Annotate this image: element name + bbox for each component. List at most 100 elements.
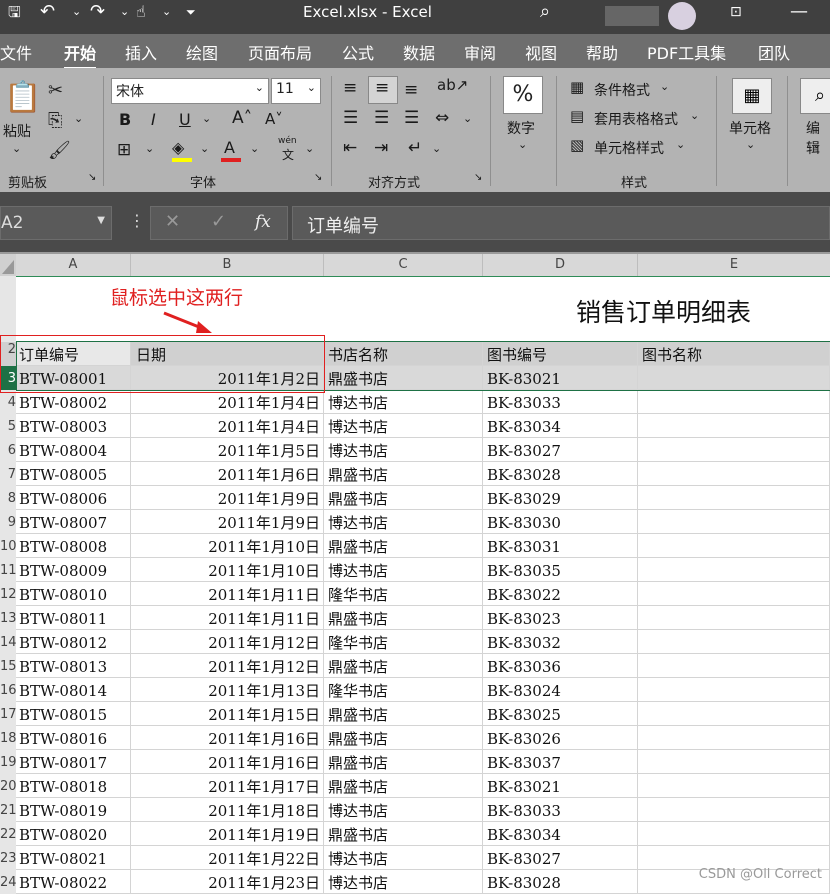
tab-formulas[interactable]: 公式 (342, 40, 374, 64)
tab-page-layout[interactable]: 页面布局 (248, 40, 312, 64)
cell-date[interactable]: 2011年1月15日 (131, 702, 324, 726)
merge-center-icon[interactable]: ⇔ (435, 108, 449, 128)
row-header[interactable]: 18 (0, 726, 16, 750)
row-header[interactable]: 21 (0, 798, 16, 822)
cell-book-name[interactable] (638, 390, 830, 414)
cell-store[interactable]: 博达书店 (324, 846, 483, 870)
cell-store[interactable]: 鼎盛书店 (324, 774, 483, 798)
cell-date[interactable]: 2011年1月22日 (131, 846, 324, 870)
increase-indent-icon[interactable]: ⇥ (374, 138, 388, 158)
paste-label[interactable]: 粘贴 (3, 121, 31, 141)
cell-date[interactable]: 2011年1月18日 (131, 798, 324, 822)
cell-book-name[interactable] (638, 582, 830, 606)
orientation-icon[interactable]: ab↗ (437, 76, 468, 94)
cell-order-id[interactable]: BTW-08006 (16, 486, 131, 510)
tab-help[interactable]: 帮助 (586, 40, 618, 64)
edit-search-icon[interactable]: ⌕ (800, 78, 830, 114)
tab-view[interactable]: 视图 (525, 40, 557, 64)
cell-store[interactable]: 鼎盛书店 (324, 750, 483, 774)
cell-book-id[interactable]: BK-83023 (483, 606, 638, 630)
chevron-down-icon[interactable]: ⌄ (432, 142, 441, 155)
cell-book-name[interactable] (638, 798, 830, 822)
conditional-format-label[interactable]: 条件格式 (594, 80, 650, 100)
tab-pdf-tools[interactable]: PDF工具集 (647, 40, 726, 64)
cell-book-id[interactable]: BK-83034 (483, 822, 638, 846)
row-header[interactable]: 6 (0, 438, 16, 462)
align-right-icon[interactable]: ☰ (404, 108, 419, 128)
cell-date[interactable]: 2011年1月10日 (131, 534, 324, 558)
chevron-down-icon[interactable]: ⌄ (746, 138, 755, 151)
cell-order-id[interactable]: BTW-08014 (16, 678, 131, 702)
font-name-select[interactable]: 宋体 ⌄ (111, 78, 269, 104)
decrease-font-icon[interactable]: A˅ (265, 110, 283, 128)
row-header[interactable]: 9 (0, 510, 16, 534)
dialog-launcher-icon[interactable]: ↘ (314, 172, 322, 183)
chevron-down-icon[interactable]: ⌄ (660, 80, 669, 93)
cell-book-id[interactable]: BK-83025 (483, 702, 638, 726)
redo-icon[interactable]: ↷ (90, 0, 105, 34)
row-header[interactable]: 14 (0, 630, 16, 654)
align-top-icon[interactable]: ≡ (343, 78, 357, 98)
cell-order-id[interactable]: BTW-08007 (16, 510, 131, 534)
formula-input[interactable]: 订单编号 (292, 206, 830, 240)
row-header[interactable]: 12 (0, 582, 16, 606)
customize-toolbar-icon[interactable]: ⏷ (186, 0, 196, 34)
cell-store[interactable]: 鼎盛书店 (324, 462, 483, 486)
cells-icon[interactable]: ▦ (732, 78, 772, 114)
cell-order-id[interactable]: BTW-08021 (16, 846, 131, 870)
align-left-icon[interactable]: ☰ (343, 108, 358, 128)
cell-book-id[interactable]: BK-83027 (483, 846, 638, 870)
cell-book-id[interactable]: BK-83033 (483, 798, 638, 822)
cell-book-id[interactable]: BK-83027 (483, 438, 638, 462)
cell-date[interactable]: 2011年1月13日 (131, 678, 324, 702)
cell-book-id[interactable]: BK-83029 (483, 486, 638, 510)
row-header[interactable]: 7 (0, 462, 16, 486)
row-header[interactable]: 22 (0, 822, 16, 846)
bold-icon[interactable]: B (119, 110, 131, 129)
minimize-icon[interactable]: — (790, 0, 808, 34)
cell-date[interactable]: 2011年1月16日 (131, 726, 324, 750)
increase-font-icon[interactable]: A˄ (232, 108, 252, 128)
percent-icon[interactable]: % (503, 76, 543, 114)
column-header-c[interactable]: C (324, 254, 483, 276)
cell-store[interactable]: 博达书店 (324, 798, 483, 822)
tab-draw[interactable]: 绘图 (186, 40, 218, 64)
cell-store[interactable]: 鼎盛书店 (324, 726, 483, 750)
dialog-launcher-icon[interactable]: ↘ (474, 172, 482, 183)
cell-store[interactable]: 鼎盛书店 (324, 822, 483, 846)
cell-book-name[interactable] (638, 462, 830, 486)
chevron-down-icon[interactable]: ⌄ (305, 142, 314, 155)
row-header[interactable]: 8 (0, 486, 16, 510)
cell-book-name[interactable] (638, 774, 830, 798)
cell-store[interactable]: 隆华书店 (324, 630, 483, 654)
align-bottom-icon[interactable]: ≡ (404, 80, 418, 100)
cell-date[interactable]: 2011年1月9日 (131, 486, 324, 510)
chevron-down-icon[interactable]: ⌄ (463, 112, 472, 125)
cell-order-id[interactable]: BTW-08012 (16, 630, 131, 654)
name-box[interactable]: A2 ▼ (0, 206, 112, 240)
format-painter-icon[interactable]: 🖌 (48, 140, 71, 161)
cell-date[interactable]: 2011年1月4日 (131, 414, 324, 438)
chevron-down-icon[interactable]: ⌄ (518, 138, 527, 151)
row-header-1[interactable] (0, 276, 16, 342)
confirm-icon[interactable]: ✓ (211, 211, 226, 232)
chevron-down-icon[interactable]: ⌄ (12, 142, 21, 155)
chevron-down-icon[interactable]: ⌄ (250, 142, 259, 155)
search-icon[interactable]: ⌕ (540, 0, 550, 34)
cell-book-name[interactable] (638, 702, 830, 726)
cell-book-id[interactable]: BK-83035 (483, 558, 638, 582)
cell-store[interactable]: 鼎盛书店 (324, 606, 483, 630)
cell-book-id[interactable]: BK-83037 (483, 750, 638, 774)
cell-book-id[interactable]: BK-83034 (483, 414, 638, 438)
chevron-down-icon[interactable]: ⌄ (162, 0, 171, 34)
row-header[interactable]: 23 (0, 846, 16, 870)
wrap-text-icon[interactable]: ↵ (408, 138, 422, 158)
cell-order-id[interactable]: BTW-08022 (16, 870, 131, 894)
touch-mode-icon[interactable]: ☝ (136, 0, 146, 34)
chevron-down-icon[interactable]: ⌄ (676, 138, 685, 151)
cell-store[interactable]: 隆华书店 (324, 678, 483, 702)
copy-icon[interactable]: ⎘ (48, 110, 62, 131)
chevron-down-icon[interactable]: ⌄ (202, 112, 211, 125)
cell-date[interactable]: 2011年1月4日 (131, 390, 324, 414)
cell-book-id[interactable]: BK-83033 (483, 390, 638, 414)
